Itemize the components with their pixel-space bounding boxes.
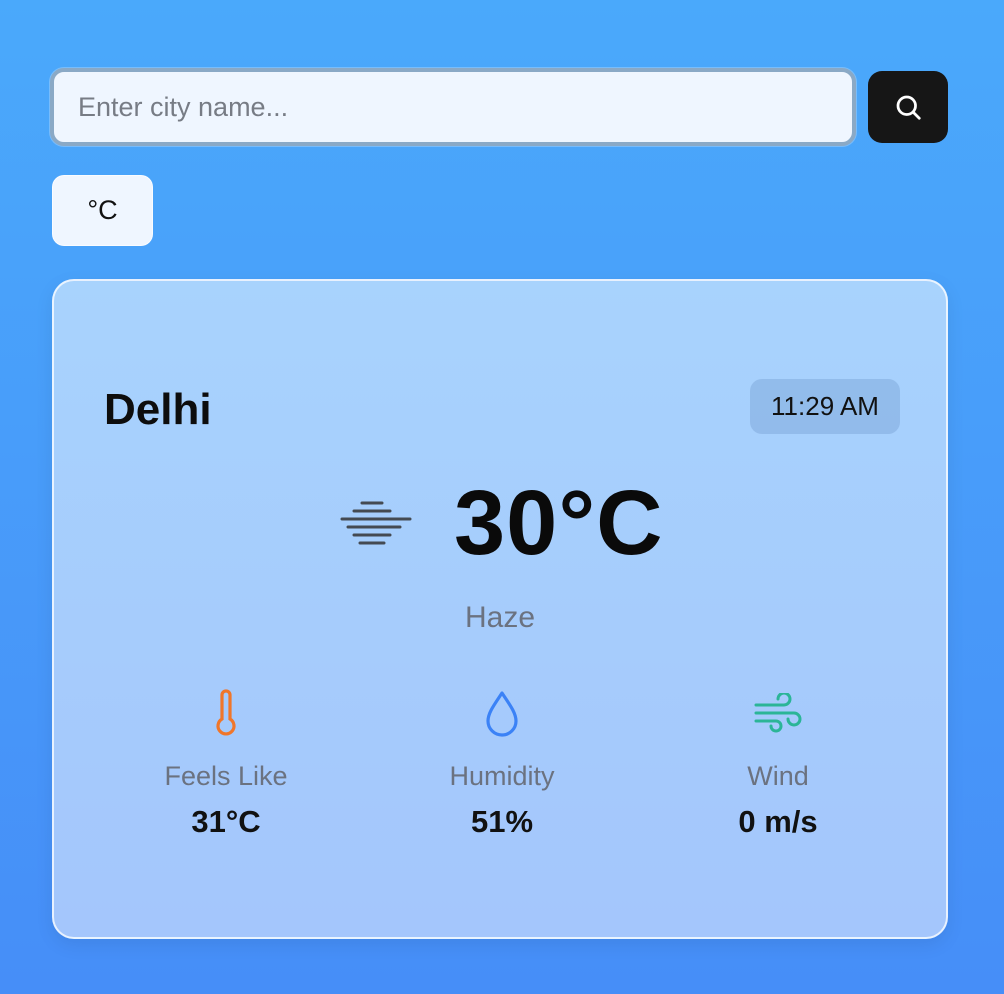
time-badge: 11:29 AM (750, 379, 900, 434)
wind-label: Wind (747, 761, 809, 791)
unit-toggle-button[interactable]: °C (52, 175, 153, 246)
feels-like-label: Feels Like (164, 761, 288, 791)
thermometer-icon (216, 689, 236, 736)
city-name: Delhi (104, 385, 212, 434)
search-input[interactable] (50, 68, 856, 146)
weather-condition: Haze (464, 601, 536, 634)
wind-icon (754, 693, 802, 733)
humidity-label: Humidity (449, 761, 555, 791)
feels-like-stat: Feels Like 31°C (106, 687, 346, 840)
wind-value: 0 m/s (738, 804, 818, 839)
humidity-value: 51% (470, 804, 534, 839)
haze-icon (340, 501, 412, 545)
search-icon (896, 95, 921, 120)
wind-stat: Wind 0 m/s (658, 687, 898, 840)
weather-card: Delhi 11:29 AM 30°C Haze Feels Like 31°C… (52, 279, 948, 939)
droplet-icon (486, 691, 518, 737)
humidity-stat: Humidity 51% (382, 687, 622, 840)
temperature: 30°C (454, 472, 664, 574)
feels-like-value: 31°C (191, 804, 261, 839)
search-bar (50, 68, 948, 146)
search-button[interactable] (868, 71, 948, 143)
